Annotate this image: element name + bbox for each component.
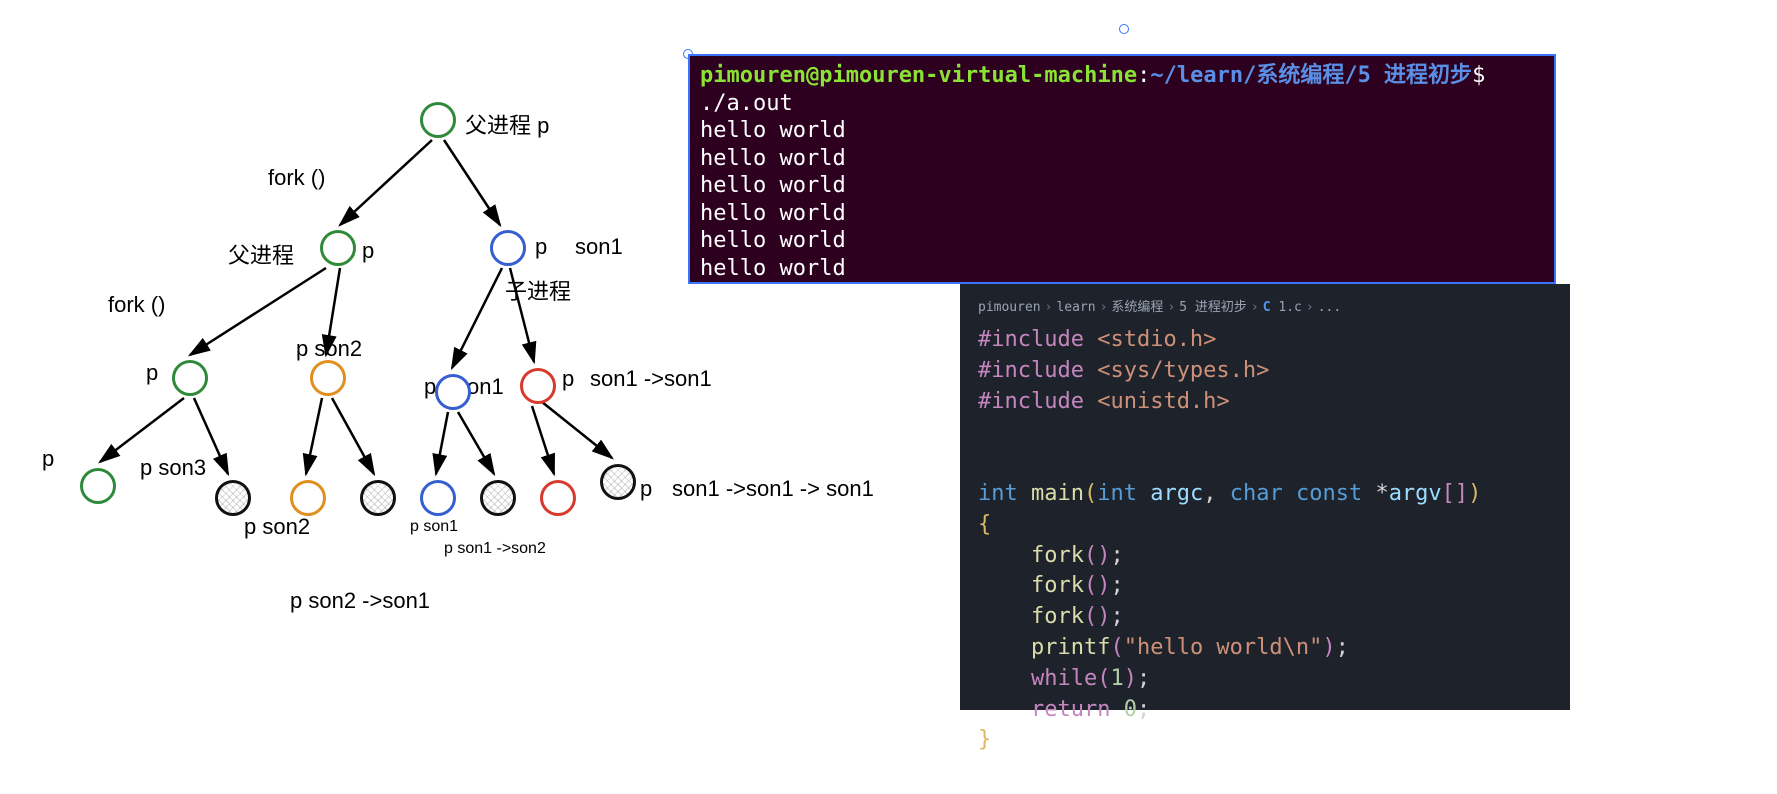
label-l2a: 父进程 [228, 238, 294, 270]
c-file-icon: C [1263, 300, 1271, 315]
process-node [540, 480, 576, 516]
process-node [480, 480, 516, 516]
breadcrumb-trail: ... [1318, 300, 1341, 315]
label-leaf-e: p son1 ->son2 [444, 540, 546, 558]
label-leaf-h: son1 ->son1 -> son1 [672, 476, 874, 502]
prompt-colon: : [1137, 63, 1150, 88]
code-line: #include <stdio.h> [978, 325, 1552, 356]
label-l3c-p: p [424, 374, 436, 400]
process-node [490, 230, 526, 266]
label-fork2: fork () [108, 292, 165, 318]
code-line: while(1); [978, 664, 1552, 695]
terminal-prompt-line: pimouren@pimouren-virtual-machine:~/lear… [700, 62, 1544, 117]
process-node [435, 374, 471, 410]
process-node [80, 468, 116, 504]
label-leaf-d: p son1 [410, 518, 458, 536]
code-line: return 0; [978, 695, 1552, 726]
code-line: printf("hello world\n"); [978, 633, 1552, 664]
prompt-dollar: $ [1472, 63, 1485, 88]
code-line: fork(); [978, 541, 1552, 572]
breadcrumb: pimouren›learn›系统编程›5 进程初步›C 1.c›... [978, 296, 1552, 315]
terminal-window: pimouren@pimouren-virtual-machine:~/lear… [688, 54, 1556, 284]
process-node [172, 360, 208, 396]
breadcrumb-file: 1.c [1278, 300, 1301, 315]
label-l3d-s: son1 ->son1 [590, 366, 712, 392]
process-node [215, 480, 251, 516]
prompt-host: pimouren-virtual-machine [819, 63, 1137, 88]
process-node [310, 360, 346, 396]
process-node [420, 480, 456, 516]
terminal-command: ./a.out [700, 91, 793, 116]
prompt-path: ~/learn/系统编程/5 进程初步 [1150, 63, 1472, 88]
terminal-output-line: hello world [700, 200, 1544, 228]
prompt-at: @ [806, 63, 819, 88]
label-l3a: p [146, 360, 158, 386]
label-l2b-sub: 子进程 [505, 274, 571, 306]
terminal-output-line: hello world [700, 145, 1544, 173]
label-leaf-b: p son3 [140, 455, 206, 481]
process-node [290, 480, 326, 516]
label-l2a-p: p [362, 238, 374, 264]
label-fork1: fork () [268, 165, 325, 191]
breadcrumb-item: 系统编程 [1111, 300, 1163, 315]
code-line: #include <sys/types.h> [978, 356, 1552, 387]
code-line: { [978, 510, 1552, 541]
breadcrumb-item: 5 进程初步 [1179, 300, 1247, 315]
label-under1: p son2 ->son1 [290, 588, 430, 614]
label-root: 父进程 p [465, 108, 549, 140]
code-line: fork(); [978, 571, 1552, 602]
code-line: int main(int argc, char const *argv[]) [978, 479, 1552, 510]
selection-handle-icon [1119, 24, 1129, 34]
process-node [320, 230, 356, 266]
terminal-output-line: hello world [700, 227, 1544, 255]
label-l3b: p son2 [296, 336, 362, 362]
label-leaf-a: p [42, 446, 54, 472]
breadcrumb-item: learn [1056, 300, 1095, 315]
label-l3d-p: p [562, 366, 574, 392]
process-node [520, 368, 556, 404]
terminal-output-line: hello world [700, 117, 1544, 145]
prompt-user: pimouren [700, 63, 806, 88]
code-line: fork(); [978, 602, 1552, 633]
label-l2b-s: son1 [575, 234, 623, 260]
process-node [360, 480, 396, 516]
code-line: #include <unistd.h> [978, 387, 1552, 418]
label-leaf-b2: p son2 [244, 514, 310, 540]
code-line: } [978, 725, 1552, 756]
terminal-output-line: hello world [700, 172, 1544, 200]
label-leaf-h-pre: p [640, 476, 652, 502]
breadcrumb-item: pimouren [978, 300, 1041, 315]
label-l2b-p: p [535, 234, 547, 260]
terminal-output-line: hello world [700, 255, 1544, 283]
code-editor: pimouren›learn›系统编程›5 进程初步›C 1.c›... #in… [960, 284, 1570, 710]
process-node [600, 464, 636, 500]
process-node [420, 102, 456, 138]
